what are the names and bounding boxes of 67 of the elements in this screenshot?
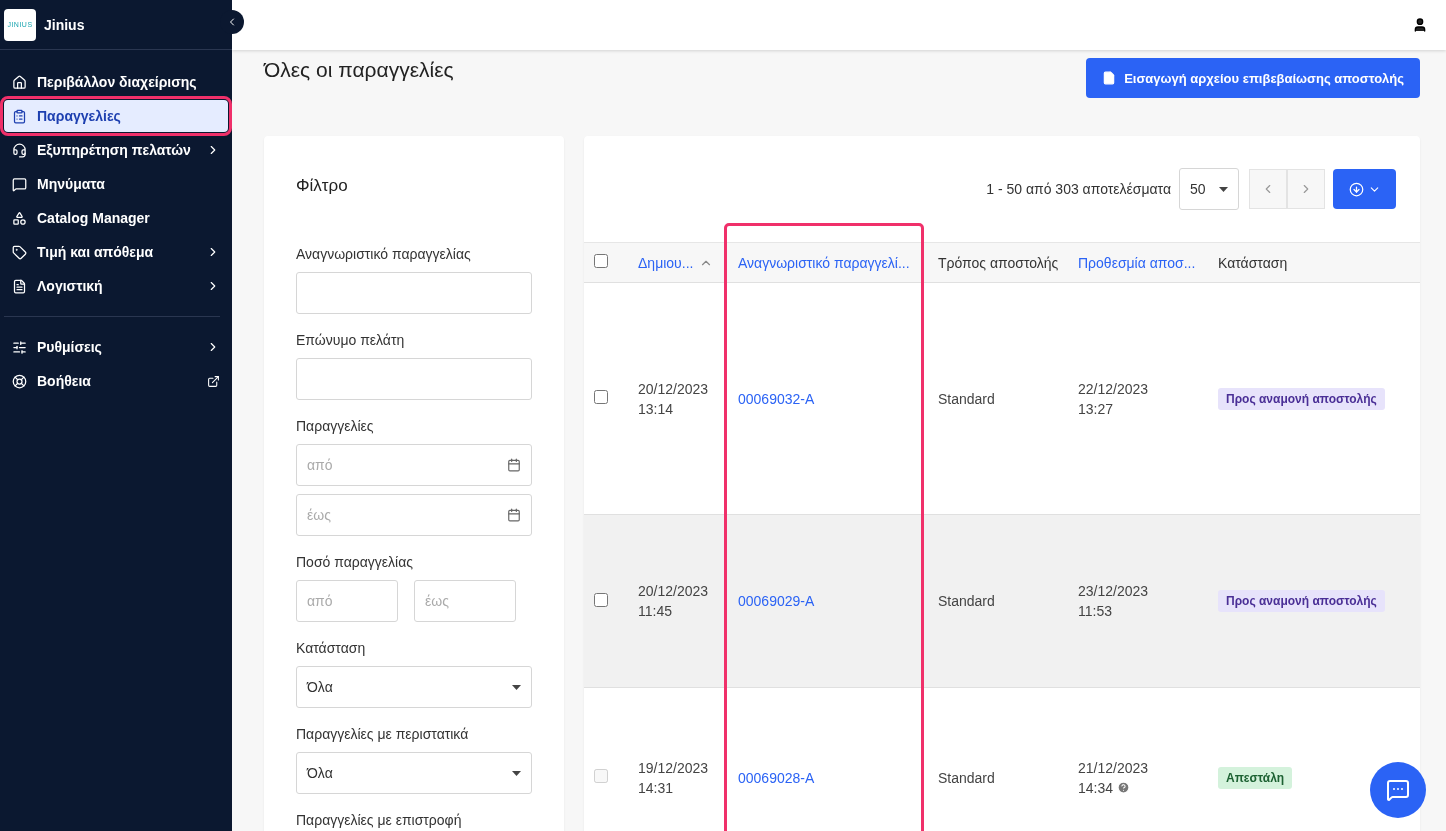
shapes-icon (12, 210, 27, 226)
field-label: Κατάσταση (296, 640, 367, 656)
document-icon (12, 278, 27, 294)
table-cell: 20/12/2023 11:45 (628, 514, 728, 688)
table-cell-text: 14:34 (1078, 778, 1114, 798)
status-badge: Προς αναμονή αποστολής (1218, 387, 1385, 410)
field-label: Παραγγελίες με επιστροφή (296, 812, 463, 828)
order-link[interactable]: 00069029-A (738, 593, 815, 609)
table-cell-text: 21/12/2023 (1078, 758, 1149, 778)
help-chat-icon (1386, 778, 1410, 802)
input-field[interactable] (296, 272, 532, 314)
import-button[interactable]: Εισαγωγή αρχείου επιβεβαίωσης αποστολής (1086, 58, 1420, 98)
calendar-icon (507, 458, 521, 472)
page-size-select[interactable]: 50 (1179, 168, 1239, 210)
order-link[interactable]: 00069032-A (738, 390, 815, 407)
caret-icon (512, 770, 521, 776)
tag-icon (12, 244, 27, 260)
headset-icon (12, 142, 27, 158)
column-header: Κατάσταση (1218, 254, 1288, 271)
nav-item[interactable]: Catalog Manager (4, 202, 228, 234)
brand-name: Jinius (44, 16, 85, 33)
message-icon (12, 176, 27, 192)
table-cell: 19/12/2023 14:31 (628, 687, 728, 831)
nav-item[interactable]: Εξυπηρέτηση πελατών (4, 134, 228, 166)
table-cell-text: 23/12/2023 (1078, 582, 1149, 601)
field-label: Αναγνωριστικό παραγγελίας (296, 246, 472, 262)
select-field[interactable]: Όλα (296, 752, 532, 794)
table-cell: 20/12/2023 13:14 (628, 282, 728, 515)
column-header: Τρόπος αποστολής (938, 254, 1059, 271)
nav-item[interactable]: Ρυθμίσεις (4, 331, 228, 363)
download-icon (1348, 181, 1364, 197)
table-cell: Standard (928, 514, 1068, 688)
caret-icon (512, 684, 521, 690)
field-label: Παραγγελίες (296, 418, 375, 434)
status-badge: Απεστάλη (1218, 766, 1293, 789)
table-cell: Standard (928, 282, 1068, 515)
table-cell-text: 22/12/2023 (1078, 379, 1149, 399)
field-label: Επώνυμο πελάτη (296, 332, 406, 348)
select-field[interactable]: Όλα (296, 666, 532, 708)
status-badge: Προς αναμονή αποστολής (1218, 590, 1385, 612)
results-summary: 1 - 50 από 303 αποτελέσματα (986, 181, 1171, 197)
input-field[interactable] (296, 358, 532, 400)
clipboard-icon (12, 108, 27, 124)
nav-item[interactable]: Μηνύματα (4, 168, 228, 200)
nav-item[interactable]: Τιμή και απόθεμα (4, 236, 228, 268)
page-title: Όλες οι παραγγελίες (264, 58, 454, 82)
lifebuoy-icon (12, 373, 27, 389)
table-cell-text: 13:27 (1078, 399, 1114, 419)
row-checkbox[interactable] (594, 592, 608, 607)
nav-item[interactable]: Βοήθεια (4, 365, 228, 397)
settings-icon (12, 339, 27, 355)
select-all-checkbox[interactable] (594, 254, 608, 268)
calendar-icon (507, 508, 521, 522)
filter-title: Φίλτρο (296, 176, 349, 196)
nav-item[interactable]: Λογιστική (4, 270, 228, 302)
home-icon (12, 74, 27, 90)
row-checkbox[interactable] (594, 390, 608, 404)
field-label: Παραγγελίες με περιστατικά (296, 726, 470, 742)
field-label: Ποσό παραγγελίας (296, 554, 415, 570)
nav-item[interactable]: Περιβάλλον διαχείρισης (4, 66, 228, 98)
caret-icon (1219, 186, 1228, 192)
external-link-icon (207, 374, 220, 388)
download-button[interactable] (1333, 169, 1396, 209)
file-icon (1102, 71, 1117, 85)
user-icon[interactable] (1412, 17, 1428, 33)
table-cell: Standard (928, 687, 1068, 831)
table-cell-text: 11:53 (1078, 602, 1112, 621)
